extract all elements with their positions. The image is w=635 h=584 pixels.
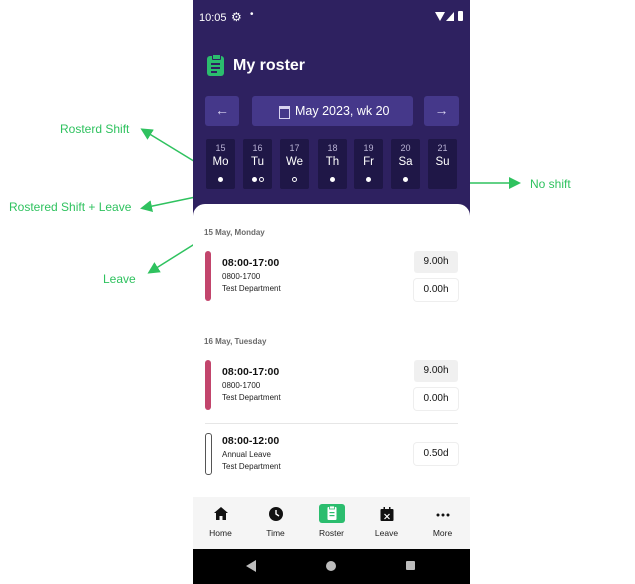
nav-more[interactable]: More	[415, 497, 470, 549]
shift-dot-icon	[218, 177, 223, 182]
gear-icon: ⚙	[231, 10, 242, 24]
day-saturday[interactable]: 20 Sa	[391, 139, 420, 189]
roster-tab-highlight	[318, 504, 345, 523]
day-sunday[interactable]: 21 Su	[428, 139, 457, 189]
back-icon[interactable]	[246, 560, 256, 572]
day-thursday[interactable]: 18 Th	[318, 139, 347, 189]
day-number: 16	[252, 143, 263, 153]
roster-header: 10:05 ⚙ • My roster ← May 2023, wk 20 → …	[193, 0, 470, 230]
day-number: 15	[215, 143, 226, 153]
day-label: Su	[435, 156, 450, 168]
leave-time[interactable]: 08:00-12:00	[222, 435, 279, 447]
nav-roster[interactable]: Roster	[304, 497, 359, 549]
annotation-rostered-shift: Rosterd Shift	[60, 122, 130, 136]
day-label: Th	[325, 156, 340, 168]
shift-dot-icon	[366, 177, 371, 182]
nav-time-label: Time	[266, 528, 285, 538]
system-nav-bar	[193, 549, 470, 584]
day-label: Mo	[212, 156, 229, 168]
annotation-no-shift: No shift	[530, 177, 571, 191]
nav-roster-label: Roster	[318, 528, 345, 538]
day-number: 20	[400, 143, 411, 153]
day-wednesday[interactable]: 17 We	[280, 139, 309, 189]
day-friday[interactable]: 19 Fr	[354, 139, 383, 189]
day-number: 17	[289, 143, 300, 153]
day-label: Sa	[398, 156, 413, 168]
signal-icon	[446, 12, 454, 21]
clipboard-icon	[207, 54, 224, 76]
leave-calendar-icon	[380, 507, 393, 521]
next-week-button[interactable]: →	[424, 96, 459, 126]
day-label: Fr	[363, 156, 374, 168]
divider	[205, 423, 458, 424]
clock-icon	[268, 507, 283, 521]
shift-hours: 9.00h	[414, 251, 458, 273]
day-tuesday[interactable]: 16 Tu	[243, 139, 272, 189]
shift-code: 0800-1700	[222, 381, 261, 390]
day-monday[interactable]: 15 Mo	[206, 139, 235, 189]
shift-time[interactable]: 08:00-17:00	[222, 366, 279, 378]
prev-week-button[interactable]: ←	[205, 96, 239, 126]
annotation-rostered-leave: Rostered Shift + Leave	[9, 200, 132, 214]
leave-days: 0.50d	[414, 443, 458, 465]
day-number: 18	[327, 143, 338, 153]
annotation-leave: Leave	[103, 272, 136, 286]
shift-extra-hours: 0.00h	[414, 388, 458, 410]
shift-dot-icon	[403, 177, 408, 182]
day-number: 21	[437, 143, 448, 153]
leave-type: Annual Leave	[222, 450, 271, 459]
notification-dot-icon: •	[250, 9, 254, 20]
day-label: Tu	[251, 156, 264, 168]
status-bar: 10:05 ⚙ •	[193, 0, 470, 34]
shift-code: 0800-1700	[222, 272, 261, 281]
phone-screen: 10:05 ⚙ • My roster ← May 2023, wk 20 → …	[193, 0, 470, 584]
week-selector[interactable]: May 2023, wk 20	[252, 96, 413, 126]
shift-department: Test Department	[222, 284, 281, 293]
nav-leave[interactable]: Leave	[359, 497, 414, 549]
shift-bar	[205, 251, 211, 301]
status-time: 10:05	[199, 12, 227, 24]
date-heading: 16 May, Tuesday	[204, 337, 267, 346]
bottom-nav: Home Time Roster Leave More	[193, 497, 470, 549]
leave-dot-icon	[258, 177, 264, 182]
shift-time[interactable]: 08:00-17:00	[222, 257, 279, 269]
day-number: 19	[363, 143, 374, 153]
nav-home-label: Home	[209, 528, 232, 538]
nav-leave-label: Leave	[374, 528, 399, 538]
nav-home[interactable]: Home	[193, 497, 248, 549]
leave-dot-icon	[292, 177, 297, 182]
shift-dot-icon	[330, 177, 335, 182]
shift-hours: 9.00h	[414, 360, 458, 382]
leave-department: Test Department	[222, 462, 281, 471]
nav-time[interactable]: Time	[248, 497, 303, 549]
shift-department: Test Department	[222, 393, 281, 402]
clipboard-icon	[327, 505, 336, 520]
more-icon	[436, 513, 449, 517]
page-title: My roster	[233, 57, 306, 74]
recents-icon[interactable]	[406, 561, 415, 570]
battery-icon	[458, 11, 463, 21]
system-nav-icons	[246, 560, 415, 572]
date-heading: 15 May, Monday	[204, 228, 265, 237]
nav-more-label: More	[432, 528, 453, 538]
home-circle-icon[interactable]	[326, 561, 336, 571]
leave-bar	[205, 433, 212, 475]
roster-list: 15 May, Monday 08:00-17:00 0800-1700 Tes…	[193, 204, 470, 497]
shift-dot-icon	[251, 177, 257, 182]
shift-extra-hours: 0.00h	[414, 279, 458, 301]
wifi-icon	[435, 12, 445, 21]
week-label: May 2023, wk 20	[295, 104, 390, 118]
shift-bar	[205, 360, 211, 410]
calendar-icon	[279, 106, 290, 119]
home-icon	[213, 507, 228, 520]
day-label: We	[285, 156, 304, 168]
